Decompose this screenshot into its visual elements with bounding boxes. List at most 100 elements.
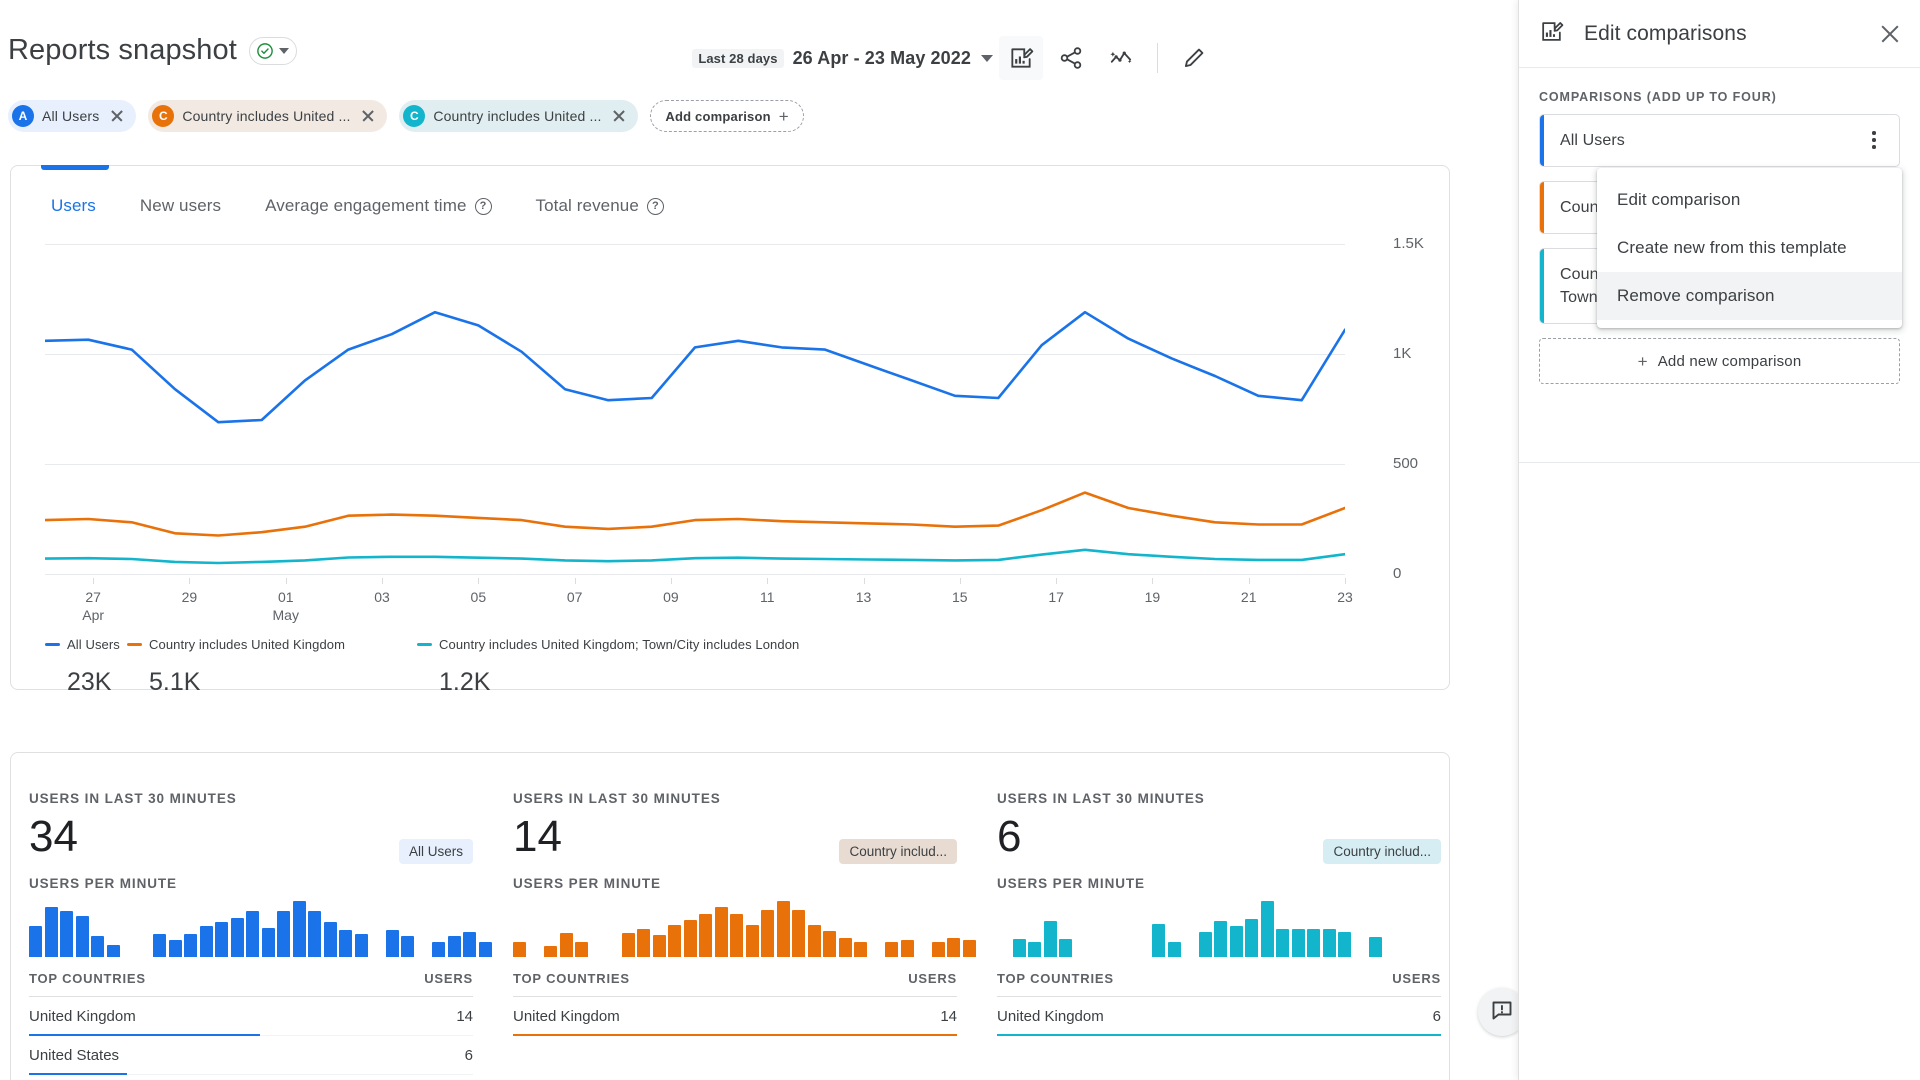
chip-remove-icon[interactable] <box>609 106 629 126</box>
sparkline-bar <box>1044 921 1057 957</box>
x-tick-day: 29 <box>182 589 198 605</box>
grid-line <box>45 574 1345 575</box>
sparkline-bar <box>792 910 805 957</box>
help-circle-icon[interactable]: ? <box>647 198 664 215</box>
y-axis-tick: 1.5K <box>1393 235 1457 252</box>
sparkline-bar <box>637 929 650 957</box>
table-row[interactable]: United Kingdom 14 <box>29 997 473 1036</box>
x-tick-day: 19 <box>1145 589 1161 605</box>
add-new-comparison-button[interactable]: + Add new comparison <box>1539 338 1900 384</box>
tab-total-revenue[interactable]: Total revenue ? <box>514 196 686 216</box>
sparkline-bar <box>622 933 635 957</box>
x-tick-mark <box>1152 578 1153 584</box>
x-tick-mark <box>189 578 190 584</box>
tab-users[interactable]: Users <box>29 196 118 216</box>
report-status-dropdown[interactable] <box>249 37 297 65</box>
menu-item-label: Edit comparison <box>1617 190 1740 210</box>
date-range-text[interactable]: 26 Apr - 23 May 2022 <box>793 48 971 69</box>
sparkline-bar <box>839 938 852 957</box>
comparison-chip[interactable]: C Country includes United ... <box>148 100 387 132</box>
x-tick-day: 17 <box>1048 589 1064 605</box>
tab-average-engagement-time[interactable]: Average engagement time ? <box>243 196 513 216</box>
top-countries-table: TOP COUNTRIES USERS United Kingdom 14 Un… <box>29 971 473 1075</box>
date-range-chevron-down-icon[interactable] <box>981 55 993 62</box>
app-root: Reports snapshot Last 28 days 26 Apr - 2… <box>0 0 1920 1080</box>
x-tick-mark <box>382 578 383 584</box>
edit-comparisons-icon <box>1539 19 1564 49</box>
sparkline-bar <box>715 907 728 957</box>
comparison-chip[interactable]: A All Users <box>8 100 136 132</box>
table-header: TOP COUNTRIES USERS <box>29 971 473 997</box>
sparkline-bar <box>1230 926 1243 957</box>
x-tick-mark <box>1345 578 1346 584</box>
row-value: 6 <box>465 1047 473 1064</box>
sparkline-bar <box>1059 939 1072 957</box>
sparkline-bar <box>76 916 89 957</box>
help-circle-icon[interactable]: ? <box>475 198 492 215</box>
menu-item-remove-comparison[interactable]: Remove comparison <box>1597 272 1902 320</box>
chip-remove-icon[interactable] <box>358 106 378 126</box>
sparkline-bar <box>262 928 275 957</box>
realtime-caption: USERS IN LAST 30 MINUTES <box>513 791 957 806</box>
menu-item-create-new-from-template[interactable]: Create new from this template <box>1597 224 1902 272</box>
chip-label: Country includes United ... <box>182 108 350 124</box>
customize-pencil-icon[interactable] <box>1172 36 1216 80</box>
comparison-chip[interactable]: C Country includes United ... <box>399 100 638 132</box>
edit-comparisons-icon[interactable] <box>999 36 1043 80</box>
legend-item[interactable]: Country includes United Kingdom; Town/Ci… <box>417 637 799 652</box>
comparison-card[interactable]: All Users <box>1539 114 1900 167</box>
panel-title: Edit comparisons <box>1584 22 1747 46</box>
table-row[interactable]: United States 6 <box>29 1036 473 1075</box>
table-row[interactable]: United Kingdom 6 <box>997 997 1441 1036</box>
sparkline-bar <box>432 942 445 957</box>
metric-tabs: Users New users Average engagement time … <box>29 196 686 216</box>
users-per-minute-caption: USERS PER MINUTE <box>513 876 957 891</box>
table-row[interactable]: United Kingdom 14 <box>513 997 957 1036</box>
sparkline-bar <box>169 940 182 957</box>
sparkline-bar <box>1214 921 1227 957</box>
tab-new-users[interactable]: New users <box>118 196 243 216</box>
add-new-comparison-label: Add new comparison <box>1658 353 1802 370</box>
tab-label: Average engagement time <box>265 196 466 216</box>
sparkline-bar <box>653 935 666 957</box>
comparison-context-menu: Edit comparison Create new from this tem… <box>1597 168 1902 328</box>
add-comparison-button[interactable]: Add comparison + <box>650 100 804 132</box>
y-axis-tick: 0 <box>1393 565 1457 582</box>
sparkline-bar <box>777 901 790 957</box>
x-axis-tick: 15 <box>952 588 968 606</box>
x-tick-month: May <box>273 606 299 624</box>
sparkline-bar <box>1276 929 1289 957</box>
column-header-metric: USERS <box>908 971 957 986</box>
more-vert-icon[interactable] <box>1863 127 1885 153</box>
legend-label: All Users <box>67 637 120 652</box>
sparkline-bar <box>560 933 573 957</box>
x-tick-day: 23 <box>1337 589 1353 605</box>
sparkline-bar <box>544 946 557 957</box>
legend-item[interactable]: All Users <box>45 637 120 652</box>
realtime-card-all-users: USERS IN LAST 30 MINUTES 34 All Users US… <box>11 753 491 1080</box>
chart-series-line <box>45 312 1345 422</box>
sparkline-bar <box>1292 929 1305 957</box>
insights-icon[interactable] <box>1099 36 1143 80</box>
x-axis-tick: 21 <box>1241 588 1257 606</box>
share-icon[interactable] <box>1049 36 1093 80</box>
x-tick-mark <box>960 578 961 584</box>
x-tick-day: 13 <box>856 589 872 605</box>
sparkline-bar <box>963 940 976 957</box>
realtime-caption: USERS IN LAST 30 MINUTES <box>997 791 1441 806</box>
row-value: 14 <box>456 1008 473 1025</box>
sparkline-bar <box>60 911 73 957</box>
legend-total-value: 5.1K <box>149 668 200 697</box>
x-axis-labels: 27Apr2901May0305070911131517192123 <box>45 584 1385 630</box>
close-icon[interactable] <box>1878 22 1902 46</box>
users-per-minute-sparkline <box>513 899 957 957</box>
row-label: United Kingdom <box>29 1008 136 1025</box>
menu-item-edit-comparison[interactable]: Edit comparison <box>1597 176 1902 224</box>
chip-label: All Users <box>42 108 99 124</box>
sparkline-bar <box>699 914 712 957</box>
legend-item[interactable]: Country includes United Kingdom <box>127 637 345 652</box>
chip-remove-icon[interactable] <box>107 106 127 126</box>
y-axis-tick: 1K <box>1393 345 1457 362</box>
plus-icon: + <box>779 108 789 125</box>
x-axis-tick: 07 <box>567 588 583 606</box>
